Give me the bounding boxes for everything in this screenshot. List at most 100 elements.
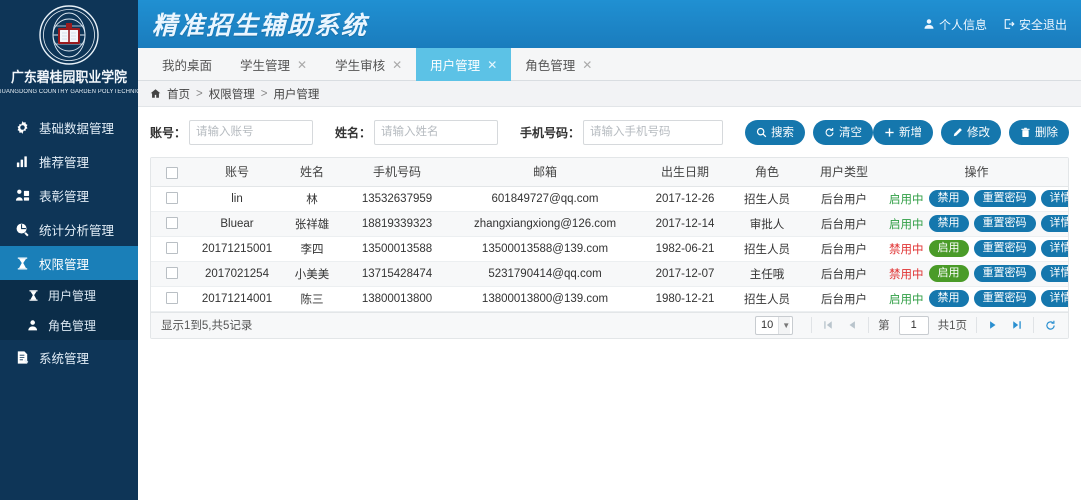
plus-icon [884, 127, 895, 138]
table-row[interactable]: lin 林 13532637959 601849727@qq.com 2017-… [151, 186, 1069, 212]
sidebar-subitem-label: 角色管理 [48, 318, 97, 333]
next-page-icon[interactable] [981, 314, 1005, 336]
delete-button[interactable]: 删除 [1009, 119, 1070, 145]
tab-close-icon[interactable]: ✕ [582, 59, 592, 71]
cell-role: 招生人员 [731, 236, 803, 262]
account-input[interactable] [189, 119, 314, 145]
header-phone[interactable]: 手机号码 [343, 158, 451, 187]
table-row[interactable]: 20171215001 李四 13500013588 13500013588@1… [151, 236, 1069, 262]
reset-password-button[interactable]: 重置密码 [973, 240, 1036, 257]
bar-chart-icon [12, 154, 32, 169]
cell-name: 张祥雄 [281, 211, 343, 237]
clear-button[interactable]: 清空 [813, 119, 874, 145]
filter-name-group: 姓名： [335, 119, 499, 145]
sidebar-item-permission[interactable]: 权限管理 [0, 246, 138, 280]
detail-button[interactable]: 详情 [1040, 215, 1069, 232]
sidebar-item-system[interactable]: 系统管理 [0, 340, 138, 374]
header-name[interactable]: 姓名 [281, 158, 343, 187]
edit-button[interactable]: 修改 [941, 119, 1002, 145]
reset-password-button[interactable]: 重置密码 [973, 265, 1036, 282]
sidebar-item-user-manage[interactable]: 用户管理 [0, 280, 138, 310]
add-button-label: 新增 [899, 127, 923, 139]
table-row[interactable]: 20171214001 陈三 13800013800 13800013800@1… [151, 286, 1069, 312]
tab-my-desktop[interactable]: 我的桌面 [148, 48, 226, 81]
select-all-checkbox[interactable] [166, 166, 178, 179]
sidebar-item-award[interactable]: 表彰管理 [0, 178, 138, 212]
header-user-type[interactable]: 用户类型 [803, 158, 885, 187]
breadcrumb-separator: > [196, 87, 203, 100]
sidebar-item-recommend[interactable]: 推荐管理 [0, 144, 138, 178]
tab-close-icon[interactable]: ✕ [487, 59, 497, 71]
cell-phone: 13500013588 [343, 236, 451, 262]
pagination-divider [1033, 317, 1035, 333]
status-badge: 禁用中 [889, 243, 924, 256]
tab-close-icon[interactable]: ✕ [297, 59, 307, 71]
row-checkbox[interactable] [166, 292, 178, 305]
toggle-status-button[interactable]: 启用 [928, 265, 969, 282]
sidebar-item-label: 基础数据管理 [39, 121, 115, 136]
sidebar-submenu-permission: 用户管理 角色管理 [0, 280, 138, 340]
cell-birthday: 2017-12-14 [639, 211, 731, 237]
table-body: lin 林 13532637959 601849727@qq.com 2017-… [151, 186, 1069, 312]
top-bar: 精准招生辅助系统 个人信息 安全退出 [138, 0, 1081, 48]
sidebar-item-statistics[interactable]: 统计分析管理 [0, 212, 138, 246]
add-button[interactable]: 新增 [873, 119, 934, 145]
profile-button[interactable]: 个人信息 [923, 16, 987, 33]
toggle-status-button[interactable]: 启用 [928, 240, 969, 257]
detail-button[interactable]: 详情 [1040, 240, 1069, 257]
search-button[interactable]: 搜索 [745, 119, 806, 145]
tab-user-manage[interactable]: 用户管理 ✕ [416, 48, 512, 81]
header-email[interactable]: 邮箱 [451, 158, 639, 187]
user-table: 账号 姓名 手机号码 邮箱 出生日期 角色 用户类型 操作 lin 林 1353… [151, 158, 1069, 312]
cell-birthday: 1980-12-21 [639, 286, 731, 312]
name-input[interactable] [374, 119, 499, 145]
last-page-icon[interactable] [1005, 314, 1029, 336]
prev-page-icon[interactable] [840, 314, 864, 336]
refresh-icon[interactable] [1038, 314, 1062, 336]
cell-user-type: 后台用户 [803, 261, 885, 287]
cell-phone: 18819339323 [343, 211, 451, 237]
reset-password-button[interactable]: 重置密码 [973, 215, 1036, 232]
detail-button[interactable]: 详情 [1040, 265, 1069, 282]
sidebar-item-basic-data[interactable]: 基础数据管理 [0, 110, 138, 144]
breadcrumb-item-permission[interactable]: 权限管理 [209, 86, 255, 102]
cell-email: 5231790414@qq.com [451, 261, 639, 287]
top-bar-actions: 个人信息 安全退出 [923, 16, 1067, 33]
first-page-icon[interactable] [816, 314, 840, 336]
logout-button[interactable]: 安全退出 [1003, 16, 1067, 33]
cell-email: 13800013800@139.com [451, 286, 639, 312]
row-checkbox[interactable] [166, 242, 178, 255]
tab-student-manage[interactable]: 学生管理 ✕ [226, 48, 321, 81]
reset-password-button[interactable]: 重置密码 [973, 190, 1036, 207]
toggle-status-button[interactable]: 禁用 [928, 190, 969, 207]
pagination-info: 显示1到5,共5记录 [161, 320, 253, 332]
header-birthday[interactable]: 出生日期 [639, 158, 731, 187]
tab-close-icon[interactable]: ✕ [392, 59, 402, 71]
row-checkbox[interactable] [166, 192, 178, 205]
row-checkbox[interactable] [166, 267, 178, 280]
filter-phone-group: 手机号码： [520, 119, 724, 145]
tab-role-manage[interactable]: 角色管理 ✕ [511, 48, 606, 81]
sidebar-item-role-manage[interactable]: 角色管理 [0, 310, 138, 340]
toggle-status-button[interactable]: 禁用 [928, 215, 969, 232]
row-checkbox[interactable] [166, 217, 178, 230]
header-account[interactable]: 账号 [193, 158, 281, 187]
profile-label: 个人信息 [939, 17, 988, 32]
header-select-all [151, 158, 193, 187]
permission-icon [12, 256, 32, 271]
breadcrumb-item-home[interactable]: 首页 [167, 86, 190, 102]
detail-button[interactable]: 详情 [1040, 190, 1069, 207]
status-badge: 启用中 [889, 293, 924, 306]
detail-button[interactable]: 详情 [1040, 290, 1069, 307]
phone-input[interactable] [583, 119, 724, 145]
table-row[interactable]: 2017021254 小美美 13715428474 5231790414@qq… [151, 261, 1069, 287]
tab-student-review[interactable]: 学生审核 ✕ [321, 48, 416, 81]
header-role[interactable]: 角色 [731, 158, 803, 187]
page-number-input[interactable] [898, 315, 929, 335]
table-row[interactable]: Bluear 张祥雄 18819339323 zhangxiangxiong@1… [151, 211, 1069, 237]
sidebar-menu: 基础数据管理 推荐管理 表彰管理 统计分析管理 权限管理 用户管理 角色管理 系… [0, 108, 138, 374]
toggle-status-button[interactable]: 禁用 [928, 290, 969, 307]
reset-password-button[interactable]: 重置密码 [973, 290, 1036, 307]
page-size-select[interactable]: 10 ▼ [754, 315, 794, 335]
cell-operations: 禁用中 启用 重置密码 详情 [885, 236, 1069, 262]
